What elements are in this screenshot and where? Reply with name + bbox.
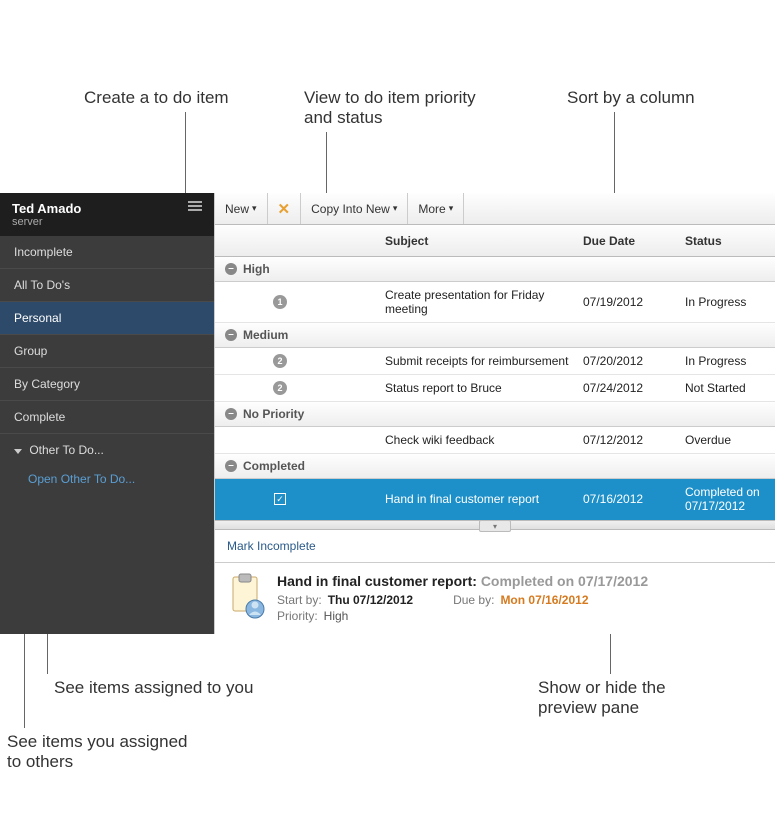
task-due: 07/24/2012	[583, 381, 685, 395]
group-high[interactable]: – High	[215, 257, 775, 282]
collapse-icon[interactable]: –	[225, 460, 237, 472]
col-status[interactable]: Status	[685, 234, 775, 248]
task-subject: Hand in final customer report	[345, 492, 583, 506]
sidebar-item-group[interactable]: Group	[0, 335, 214, 368]
task-due: 07/20/2012	[583, 354, 685, 368]
sidebar-item-other[interactable]: Other To Do...	[0, 434, 214, 466]
preview-splitter[interactable]: ▾	[215, 520, 775, 530]
callout-view: View to do item priority and status	[304, 88, 476, 128]
col-due[interactable]: Due Date	[583, 234, 685, 248]
cancel-button[interactable]: ✕	[268, 193, 302, 224]
collapse-icon[interactable]: –	[225, 263, 237, 275]
task-subject: Create presentation for Friday meeting	[345, 288, 583, 316]
task-due: 07/19/2012	[583, 295, 685, 309]
task-row[interactable]: 1 Create presentation for Friday meeting…	[215, 282, 775, 323]
task-status: Overdue	[685, 433, 775, 447]
x-icon: ✕	[278, 200, 291, 218]
group-nopriority[interactable]: – No Priority	[215, 402, 775, 427]
group-completed[interactable]: – Completed	[215, 454, 775, 479]
due-by-label: Due by:	[453, 593, 494, 607]
task-due: 07/16/2012	[583, 492, 685, 506]
more-button[interactable]: More▾	[408, 193, 464, 224]
user-name: Ted Amado	[12, 201, 81, 216]
callout-preview: Show or hide the preview pane	[538, 678, 666, 718]
task-subject: Check wiki feedback	[345, 433, 583, 447]
app-frame: Ted Amado server Incomplete All To Do's …	[0, 193, 775, 634]
callout-line	[185, 112, 186, 195]
copy-into-new-button[interactable]: Copy Into New▾	[301, 193, 408, 224]
open-other-link[interactable]: Open Other To Do...	[0, 466, 214, 498]
sidebar-header: Ted Amado server	[0, 193, 214, 236]
priority-value: High	[324, 609, 349, 623]
group-medium[interactable]: – Medium	[215, 323, 775, 348]
task-row[interactable]: 2 Submit receipts for reimbursement 07/2…	[215, 348, 775, 375]
task-status: Not Started	[685, 381, 775, 395]
col-subject[interactable]: Subject	[345, 234, 583, 248]
collapse-icon[interactable]: –	[225, 329, 237, 341]
task-row[interactable]: 2 Status report to Bruce 07/24/2012 Not …	[215, 375, 775, 402]
start-by-label: Start by:	[277, 593, 322, 607]
callout-create: Create a to do item	[84, 88, 229, 108]
task-status: In Progress	[685, 295, 775, 309]
menu-icon[interactable]	[188, 201, 202, 213]
priority-icon: 2	[215, 354, 345, 368]
sidebar: Ted Amado server Incomplete All To Do's …	[0, 193, 214, 634]
chevron-down-icon	[14, 449, 22, 454]
priority-icon: 1	[215, 295, 345, 309]
preview-action-bar: Mark Incomplete	[215, 530, 775, 563]
sidebar-item-complete[interactable]: Complete	[0, 401, 214, 434]
mark-incomplete-link[interactable]: Mark Incomplete	[227, 539, 316, 553]
toolbar: New▾ ✕ Copy Into New▾ More▾	[215, 193, 775, 225]
new-button[interactable]: New▾	[215, 193, 268, 224]
sidebar-other-label: Other To Do...	[29, 443, 103, 457]
preview-title: Hand in final customer report:	[277, 573, 477, 589]
preview-body: Hand in final customer report: Completed…	[215, 563, 775, 634]
due-by-value: Mon 07/16/2012	[500, 593, 588, 607]
task-due: 07/12/2012	[583, 433, 685, 447]
callout-assigned-you: See items assigned to you	[54, 678, 253, 698]
task-subject: Submit receipts for reimbursement	[345, 354, 583, 368]
priority-icon: 2	[215, 381, 345, 395]
task-row[interactable]: Check wiki feedback 07/12/2012 Overdue	[215, 427, 775, 454]
collapse-icon[interactable]: –	[225, 408, 237, 420]
start-by-value: Thu 07/12/2012	[328, 593, 413, 607]
server-label: server	[12, 216, 81, 228]
callout-assigned-others: See items you assigned to others	[7, 732, 188, 772]
sidebar-item-incomplete[interactable]: Incomplete	[0, 236, 214, 269]
preview-completed: Completed on 07/17/2012	[481, 573, 648, 589]
priority-label: Priority:	[277, 609, 318, 623]
task-status: Completed on 07/17/2012	[685, 485, 775, 513]
sidebar-item-category[interactable]: By Category	[0, 368, 214, 401]
column-header-row: Subject Due Date Status	[215, 225, 775, 257]
main-panel: New▾ ✕ Copy Into New▾ More▾ Subject Due …	[214, 193, 775, 634]
task-status: In Progress	[685, 354, 775, 368]
splitter-handle-icon[interactable]: ▾	[479, 520, 511, 532]
completed-icon: ✓	[215, 493, 345, 505]
clipboard-icon	[227, 573, 267, 624]
callout-sort: Sort by a column	[567, 88, 695, 108]
task-subject: Status report to Bruce	[345, 381, 583, 395]
task-row-selected[interactable]: ✓ Hand in final customer report 07/16/20…	[215, 479, 775, 520]
sidebar-item-all[interactable]: All To Do's	[0, 269, 214, 302]
sidebar-item-personal[interactable]: Personal	[0, 302, 214, 335]
